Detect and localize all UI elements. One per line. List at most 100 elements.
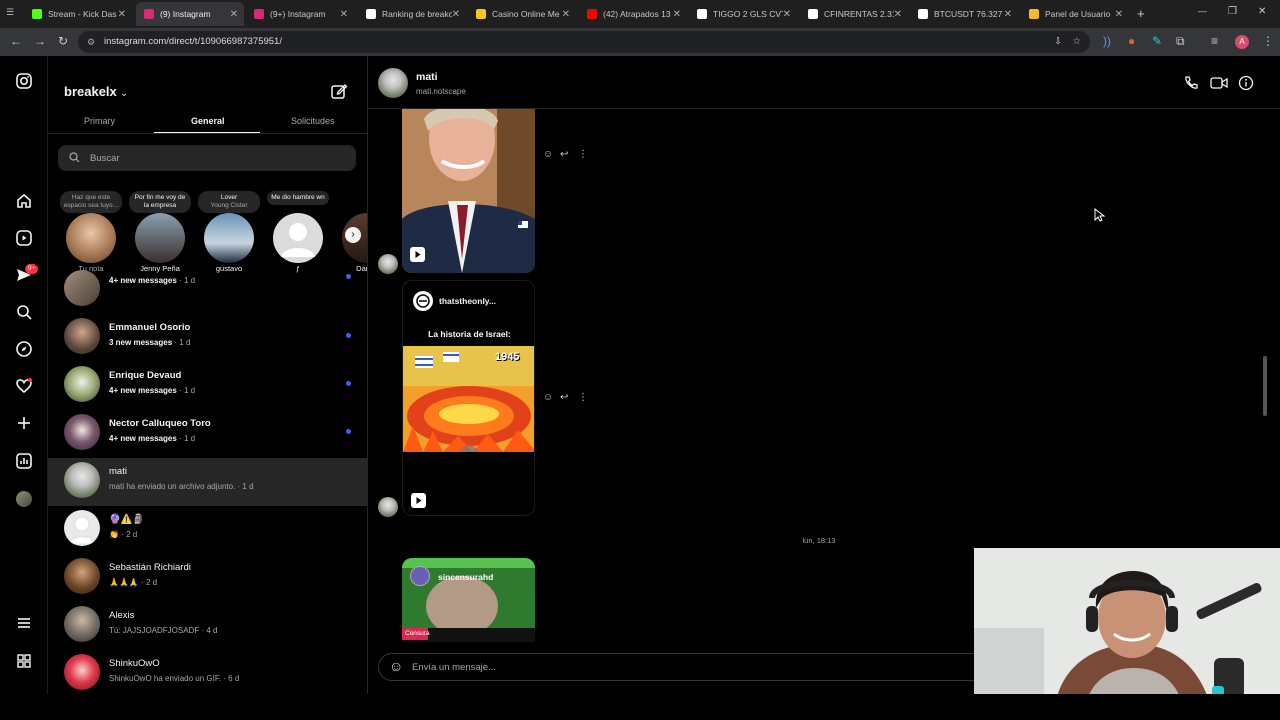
more-menu-icon[interactable] (14, 614, 34, 634)
tab-close-icon[interactable]: ✕ (894, 9, 902, 20)
note-item[interactable]: Me dio hambre wn ƒ (265, 191, 331, 275)
messages-icon[interactable]: 9+ (14, 264, 39, 286)
tab-close-icon[interactable]: ✕ (1004, 9, 1012, 20)
chrome-menu-icon[interactable]: ⋮ (1262, 34, 1274, 48)
voice-call-icon[interactable] (1183, 75, 1199, 96)
media-control-icon[interactable]: ≡ (1211, 34, 1218, 48)
tab-close-icon[interactable]: ✕ (340, 9, 348, 20)
conversation-item[interactable]: 🔮⚠️🗿 👏 · 2 d (48, 506, 367, 554)
shared-reel-2[interactable]: thatstheonly... La historia de Israel: 1… (402, 280, 535, 516)
extension-icon-2[interactable]: ● (1128, 34, 1135, 48)
tab-search-icon[interactable]: ☰ (6, 7, 20, 21)
browser-tab[interactable]: Casino Online Me ✕ (468, 2, 576, 26)
video-call-icon[interactable] (1210, 75, 1228, 96)
chat-handle: mati.notscape (416, 87, 466, 96)
browser-tab[interactable]: TIGGO 2 GLS CVT ✕ (689, 2, 797, 26)
react-emoji-icon[interactable]: ☺ (543, 149, 553, 160)
search-icon[interactable] (14, 303, 34, 323)
sender-avatar[interactable] (378, 497, 398, 517)
shared-reel-1[interactable] (402, 109, 535, 273)
tab-title: (42) Atrapados 13 (603, 9, 671, 19)
browser-tab-bar: ☰ Stream - Kick Das ✕ (9) Instagram ✕ (9+) I… (0, 0, 1280, 28)
reel-play-icon[interactable] (411, 493, 426, 508)
chat-avatar[interactable] (378, 68, 408, 98)
browser-tab[interactable]: CFINRENTAS 2.31 ✕ (800, 2, 908, 26)
preview-text: 👏 (109, 530, 119, 539)
create-plus-icon[interactable] (14, 414, 34, 434)
tab-close-icon[interactable]: ✕ (673, 9, 681, 20)
threads-apps-icon[interactable] (14, 652, 34, 672)
conversation-item[interactable]: Emmanuel Osorio 3 new messages · 1 d (48, 314, 367, 362)
conversation-name: Alexis (109, 610, 135, 621)
extension-icon-3[interactable]: ✎ (1152, 34, 1162, 48)
conversation-item[interactable]: Nector Calluqueo Toro 4+ new messages · 1… (48, 410, 367, 458)
window-close-icon[interactable]: ✕ (1258, 6, 1266, 17)
new-tab-icon[interactable]: + (1137, 6, 1145, 21)
tab-close-icon[interactable]: ✕ (783, 9, 791, 20)
search-field[interactable]: Buscar (58, 145, 356, 171)
info-icon[interactable] (1238, 75, 1254, 96)
conversation-item[interactable]: Enrique Devaud 4+ new messages · 1 d (48, 362, 367, 410)
reply-icon[interactable]: ↩ (560, 392, 568, 403)
conversation-item[interactable]: mati mati ha enviado un archivo adjunto. … (48, 458, 367, 506)
address-bar[interactable]: ⚙ instagram.com/direct/t/109066987375951… (78, 31, 1090, 53)
profile-avatar-icon[interactable] (14, 489, 34, 509)
reload-icon[interactable]: ↻ (58, 34, 68, 48)
tab-close-icon[interactable]: ✕ (230, 9, 238, 20)
conversation-item[interactable]: Alexis Tú: JAJSJOADFJOSADF · 4 d (48, 602, 367, 650)
tab-close-icon[interactable]: ✕ (562, 9, 570, 20)
home-icon[interactable] (14, 192, 34, 212)
browser-tab[interactable]: Ranking de breakc ✕ (358, 2, 466, 26)
forward-icon[interactable]: → (34, 34, 46, 48)
dashboard-chart-icon[interactable] (14, 452, 34, 472)
note-item[interactable]: Lover Young Cister gustavo (196, 191, 262, 275)
restore-icon[interactable]: ❐ (1228, 6, 1237, 17)
preview-time: 1 d (183, 276, 196, 285)
account-switcher[interactable]: breakelx ⌄ (64, 84, 128, 99)
site-info-icon[interactable]: ⚙ (87, 31, 95, 53)
sender-avatar[interactable] (378, 254, 398, 274)
new-message-icon[interactable] (330, 82, 348, 100)
browser-tab[interactable]: BTCUSDT 76.327 ✕ (910, 2, 1018, 26)
chat-scrollbar[interactable] (1263, 356, 1267, 416)
explore-compass-icon[interactable] (14, 340, 34, 360)
tab-title: Ranking de breakc (382, 9, 452, 19)
extensions-puzzle-icon[interactable]: ⧉ (1176, 34, 1185, 49)
browser-tab[interactable]: (9+) Instagram ✕ (246, 2, 354, 26)
preview-time: 1 d (242, 482, 254, 491)
tab-requests[interactable]: Solicitudes (291, 116, 335, 126)
tab-primary[interactable]: Primary (84, 116, 115, 126)
note-item[interactable]: Haz que este espacio sea tuyo... Tu nota (58, 191, 124, 275)
reel-play-icon[interactable] (410, 247, 425, 262)
more-options-icon[interactable]: ⋮ (578, 392, 588, 403)
profile-avatar[interactable]: A (1235, 35, 1249, 49)
more-options-icon[interactable]: ⋮ (578, 149, 588, 160)
shared-reel-3[interactable]: sincensurahd Censura (402, 558, 535, 642)
reply-icon[interactable]: ↩ (560, 149, 568, 160)
react-emoji-icon[interactable]: ☺ (543, 392, 553, 403)
install-app-icon[interactable]: ⇩ (1054, 31, 1062, 53)
note-item[interactable]: Por fin me voy de la empresa Jenny Peña (127, 191, 193, 275)
reels-icon[interactable] (14, 229, 34, 249)
minimize-icon[interactable]: — (1198, 6, 1207, 16)
emoji-picker-icon[interactable]: ☺ (389, 658, 403, 674)
tab-close-icon[interactable]: ✕ (1115, 9, 1123, 20)
browser-tab[interactable]: (42) Atrapados 13 ✕ (579, 2, 687, 26)
browser-tab[interactable]: Stream - Kick Das ✕ (24, 2, 132, 26)
tab-title: Panel de Usuario (1045, 9, 1111, 19)
tab-close-icon[interactable]: ✕ (452, 9, 460, 20)
tab-general[interactable]: General (191, 116, 225, 126)
bookmark-star-icon[interactable]: ☆ (1072, 31, 1081, 53)
back-icon[interactable]: ← (10, 34, 22, 48)
instagram-logo-icon[interactable] (14, 72, 34, 92)
tab-close-icon[interactable]: ✕ (118, 9, 126, 20)
notes-next-arrow-icon[interactable]: › (345, 227, 361, 243)
conversation-item[interactable]: ShinkuOwO ShinkuOwO ha enviado un GIF. · … (48, 650, 367, 694)
browser-tab[interactable]: (9) Instagram ✕ (136, 2, 244, 26)
notifications-heart-icon[interactable] (14, 377, 34, 397)
chat-name[interactable]: mati (416, 71, 438, 83)
extension-icon-1[interactable]: )) (1103, 34, 1111, 48)
conversation-item[interactable]: Sebastián Richiardi 🙏🙏🙏 · 2 d (48, 554, 367, 602)
browser-tab[interactable]: Panel de Usuario ✕ (1021, 2, 1129, 26)
conversation-item[interactable]: 4+ new messages · 1 d (48, 266, 367, 314)
